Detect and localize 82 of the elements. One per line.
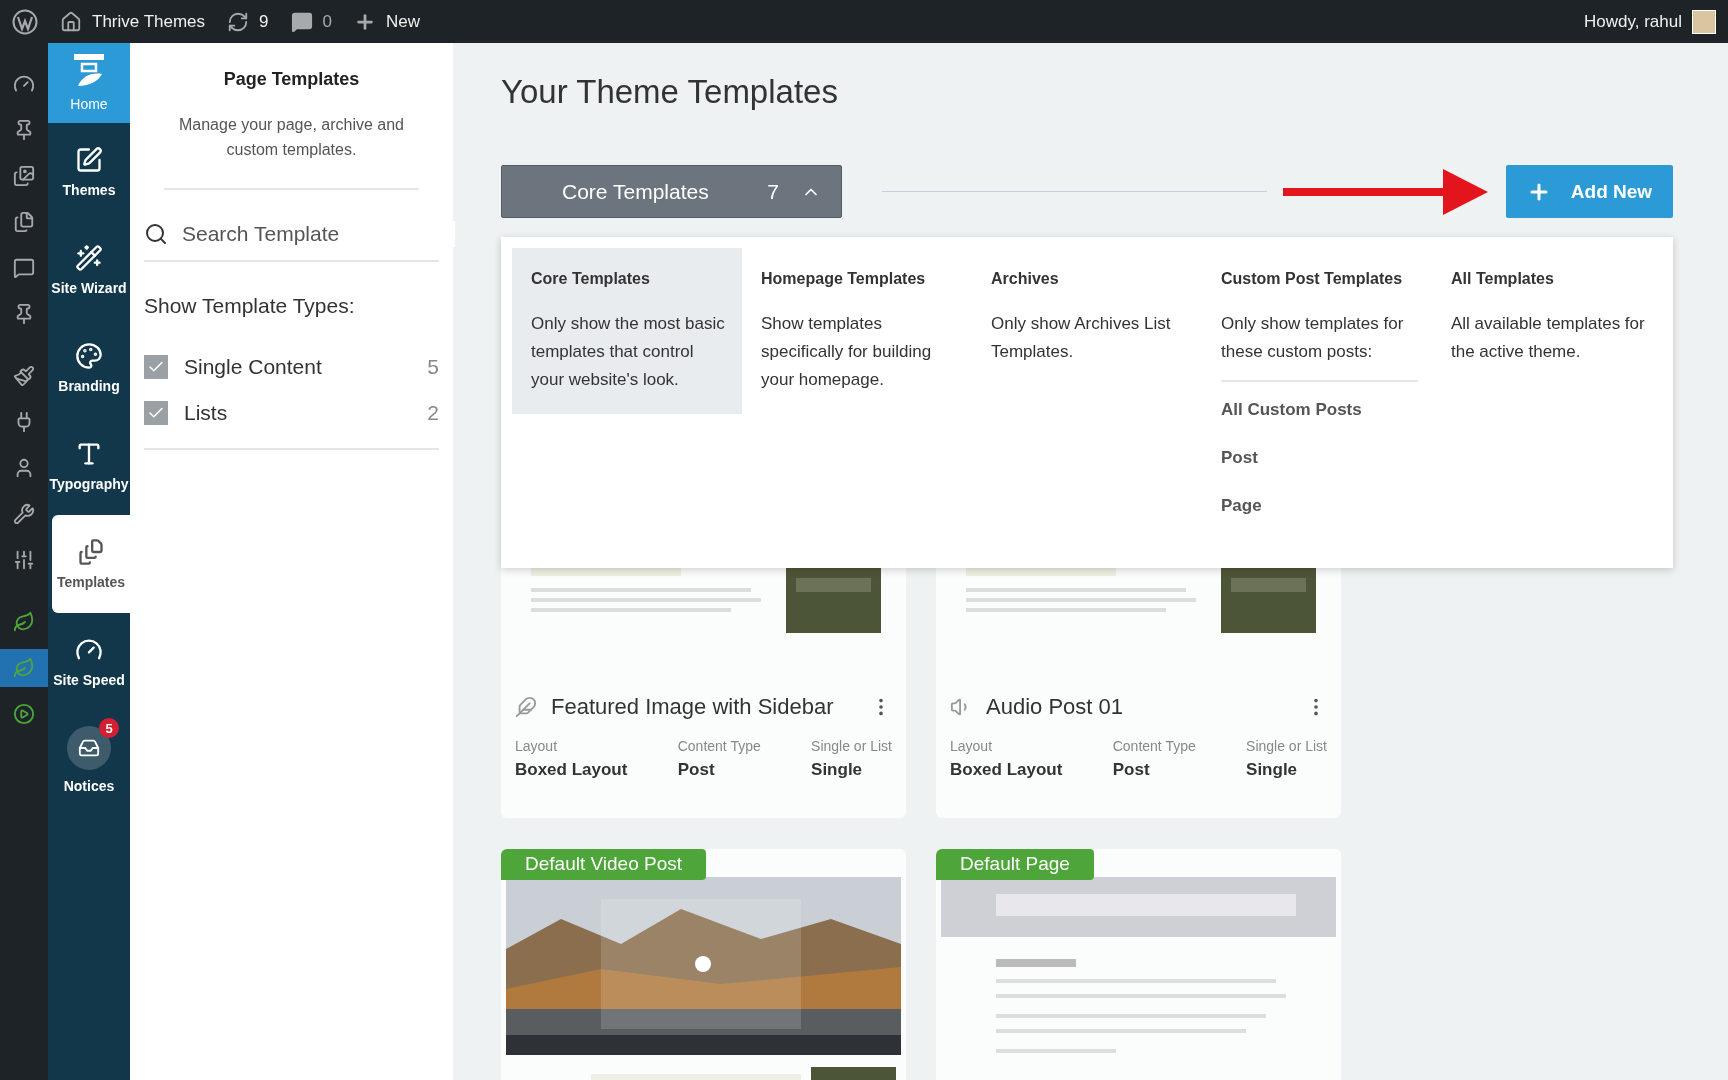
template-filter-option[interactable]: All Templates All available templates for the active theme.: [1432, 248, 1662, 386]
paintbrush-icon: [13, 365, 35, 387]
template-name: Featured Image with Sidebar: [551, 694, 835, 720]
nav-item[interactable]: Templates: [52, 515, 130, 613]
meta-label: Content Type: [1112, 738, 1196, 754]
nav-item[interactable]: Site Speed: [48, 613, 130, 711]
wrench-icon: [13, 503, 35, 525]
type-label: Single Content: [184, 355, 323, 379]
greeting-link[interactable]: Howdy, rahul: [1584, 11, 1682, 32]
type-count: 2: [427, 401, 439, 425]
filter-dropdown[interactable]: Core Templates 7: [501, 165, 842, 218]
default-badge: Default Page: [936, 849, 1094, 880]
notification-badge: 5: [99, 718, 119, 738]
option-description: All available templates for the active theme.: [1451, 313, 1646, 363]
magic-wand-icon: [75, 244, 103, 272]
nav-item[interactable]: Site Wizard: [48, 221, 130, 319]
leaf-icon: [13, 611, 35, 633]
post-type-link[interactable]: Page: [1221, 496, 1418, 516]
template-filter-option[interactable]: Core Templates Only show the most basic templates that control your website's look.: [512, 248, 742, 414]
option-title: Homepage Templates: [761, 270, 927, 288]
inbox-icon: [78, 737, 100, 759]
panel-title: Page Templates: [222, 69, 361, 90]
search-icon: [144, 222, 168, 246]
types-heading: Show Template Types:: [144, 294, 356, 318]
logo-icon: [74, 54, 104, 88]
pages-icon: [13, 211, 35, 233]
panel-description: Manage your page, archive and custom templates.: [164, 112, 419, 190]
template-filter-option[interactable]: Custom Post Templates Only show templates for these custom posts: All Custom Posts Post Page: [1202, 248, 1432, 536]
feather-icon: [515, 696, 537, 718]
search-field[interactable]: Search Template: [180, 221, 455, 247]
nav-item[interactable]: Themes: [48, 123, 130, 221]
meta-value: Post: [1112, 760, 1151, 780]
option-description: Only show the most basic templates that control your website's look.: [531, 313, 726, 391]
template-filter-option[interactable]: Homepage Templates Show templates specifically for building your homepage.: [742, 248, 972, 414]
notices-button[interactable]: [67, 726, 111, 770]
option-description: Show templates specifically for building your homepage.: [761, 313, 933, 391]
option-title: Core Templates: [531, 270, 651, 288]
comments-count: 0: [322, 11, 332, 32]
meta-value: Boxed Layout: [950, 760, 1063, 780]
option-title: Custom Post Templates: [1221, 270, 1404, 288]
checkbox[interactable]: [144, 355, 168, 379]
meta-label: Single or List: [1246, 738, 1327, 754]
meta-label: Layout: [950, 738, 994, 754]
default-badge: Default Video Post: [501, 849, 707, 880]
nav-item[interactable]: 5 Notices: [48, 711, 130, 809]
nav-item[interactable]: Branding: [48, 319, 130, 417]
home-icon[interactable]: [60, 10, 82, 33]
template-filter-option[interactable]: Archives Only show Archives List Templates.: [972, 248, 1202, 386]
avatar[interactable]: [1692, 9, 1716, 34]
comment-icon[interactable]: [290, 10, 313, 33]
documents-icon: [77, 538, 105, 566]
type-count: 5: [427, 355, 439, 379]
site-name-link[interactable]: Thrive Themes: [92, 11, 206, 32]
post-type-link[interactable]: All Custom Posts: [1221, 400, 1418, 420]
media-icon: [13, 165, 35, 187]
play-icon: [13, 703, 35, 725]
wordpress-logo-icon[interactable]: [12, 8, 38, 35]
pen-square-icon: [75, 146, 103, 174]
meta-label: Layout: [515, 738, 559, 754]
template-name: Audio Post 01: [986, 694, 1124, 720]
page-title: Your Theme Templates: [501, 73, 839, 111]
comment-icon: [13, 257, 35, 279]
meta-value: Single: [811, 760, 864, 780]
option-title: All Templates: [1451, 270, 1555, 288]
updates-icon[interactable]: [227, 10, 250, 33]
updates-count: 9: [259, 11, 269, 32]
meta-value: Boxed Layout: [515, 760, 628, 780]
option-description: Only show templates for these custom posts:: [1221, 313, 1405, 363]
option-description: Only show Archives List Templates.: [991, 313, 1172, 363]
leaf-icon: [13, 657, 35, 679]
new-link[interactable]: New: [386, 11, 420, 32]
meta-label: Content Type: [677, 738, 761, 754]
nav-item[interactable]: Typography: [48, 417, 130, 515]
sliders-icon: [13, 549, 35, 571]
type-label: Lists: [184, 401, 229, 425]
option-title: Archives: [991, 270, 1060, 288]
meta-value: Post: [677, 760, 716, 780]
checkbox[interactable]: [144, 401, 168, 425]
palette-icon: [75, 342, 103, 370]
meta-label: Single or List: [811, 738, 892, 754]
post-type-link[interactable]: Post: [1221, 448, 1418, 468]
meta-value: Single: [1246, 760, 1299, 780]
